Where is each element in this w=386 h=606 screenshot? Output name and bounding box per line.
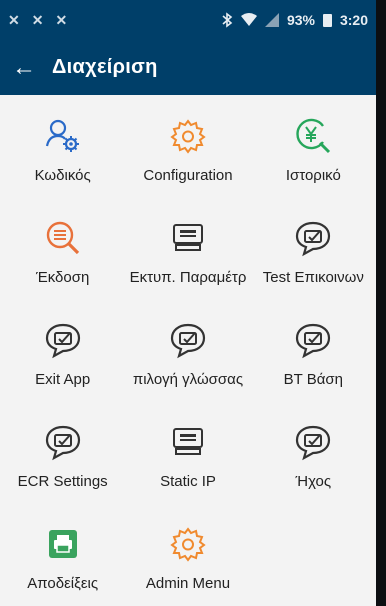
menu-item-test-comm[interactable]: Test Επικοινων	[251, 213, 376, 315]
chat-bubble-icon	[44, 315, 82, 365]
notification-x-icon: ✕	[8, 11, 20, 28]
battery-percent: 93%	[286, 12, 315, 28]
menu-item-label: Static IP	[160, 473, 216, 490]
gear-icon	[169, 111, 207, 161]
chat-bubble-icon	[44, 417, 82, 467]
user-gear-icon	[43, 111, 83, 161]
menu-item-label: Admin Menu	[145, 575, 231, 592]
menu-item-label: Exit App	[35, 371, 91, 388]
chat-bubble-icon	[294, 213, 332, 263]
menu-item-label: πιλογή γλώσσας	[132, 371, 244, 388]
menu-item-sound[interactable]: Ήχος	[251, 417, 376, 519]
menu-item-static-ip[interactable]: Static IP	[125, 417, 250, 519]
notification-x-icon: ✕	[31, 11, 44, 28]
menu-item-label: Κωδικός	[34, 167, 91, 184]
bluetooth-icon	[221, 12, 233, 28]
clock: 3:20	[339, 12, 368, 28]
signal-icon	[264, 13, 279, 27]
chat-bubble-icon	[294, 417, 332, 467]
app-bar: ← Διαχείριση	[0, 40, 376, 95]
menu-item-receipts[interactable]: Αποδείξεις	[0, 519, 125, 606]
printer-icon	[47, 519, 79, 569]
menu-item-admin-menu[interactable]: Admin Menu	[125, 519, 250, 606]
menu-item-exit-app[interactable]: Exit App	[0, 315, 125, 417]
chat-bubble-icon	[169, 315, 207, 365]
menu-item-label: Test Επικοινων	[262, 269, 364, 286]
phone-screen: ✕ ✕ ✕ 93% 3:20 ← Διαχείριση Κωδικός Conf…	[0, 0, 376, 606]
wifi-icon	[240, 13, 257, 27]
terminal-icon	[170, 213, 206, 263]
menu-item-label: Ήχος	[295, 473, 332, 490]
menu-item-history[interactable]: Ιστορικό	[251, 111, 376, 213]
terminal-icon	[170, 417, 206, 467]
status-bar: ✕ ✕ ✕ 93% 3:20	[0, 0, 376, 40]
menu-item-configuration[interactable]: Configuration	[125, 111, 250, 213]
battery-icon	[322, 13, 332, 27]
menu-item-bt-base[interactable]: BT Βάση	[251, 315, 376, 417]
menu-item-label: Configuration	[143, 167, 233, 184]
notification-x-icon: ✕	[55, 11, 68, 28]
list-search-icon	[43, 213, 83, 263]
notification-icons: ✕ ✕ ✕	[8, 12, 67, 29]
menu-item-label: ECR Settings	[17, 473, 108, 490]
gear-icon	[169, 519, 207, 569]
menu-item-label: Ιστορικό	[285, 167, 341, 184]
menu-item-password[interactable]: Κωδικός	[0, 111, 125, 213]
back-arrow-icon[interactable]: ←	[12, 54, 52, 82]
menu-item-print-params[interactable]: Εκτυπ. Παραμέτρ	[125, 213, 250, 315]
menu-item-version[interactable]: Έκδοση	[0, 213, 125, 315]
menu-grid: Κωδικός Configuration Ιστορικό Έκδοση Εκ…	[0, 95, 376, 606]
yen-search-icon	[293, 111, 333, 161]
page-title: Διαχείριση	[52, 56, 158, 78]
menu-item-label: BT Βάση	[283, 371, 343, 388]
chat-bubble-icon	[294, 315, 332, 365]
status-indicators: 93% 3:20	[221, 12, 368, 28]
menu-item-label: Αποδείξεις	[27, 575, 99, 592]
menu-item-ecr-settings[interactable]: ECR Settings	[0, 417, 125, 519]
menu-item-label: Εκτυπ. Παραμέτρ	[129, 269, 247, 286]
menu-item-label: Έκδοση	[35, 269, 90, 286]
menu-item-language[interactable]: πιλογή γλώσσας	[125, 315, 250, 417]
